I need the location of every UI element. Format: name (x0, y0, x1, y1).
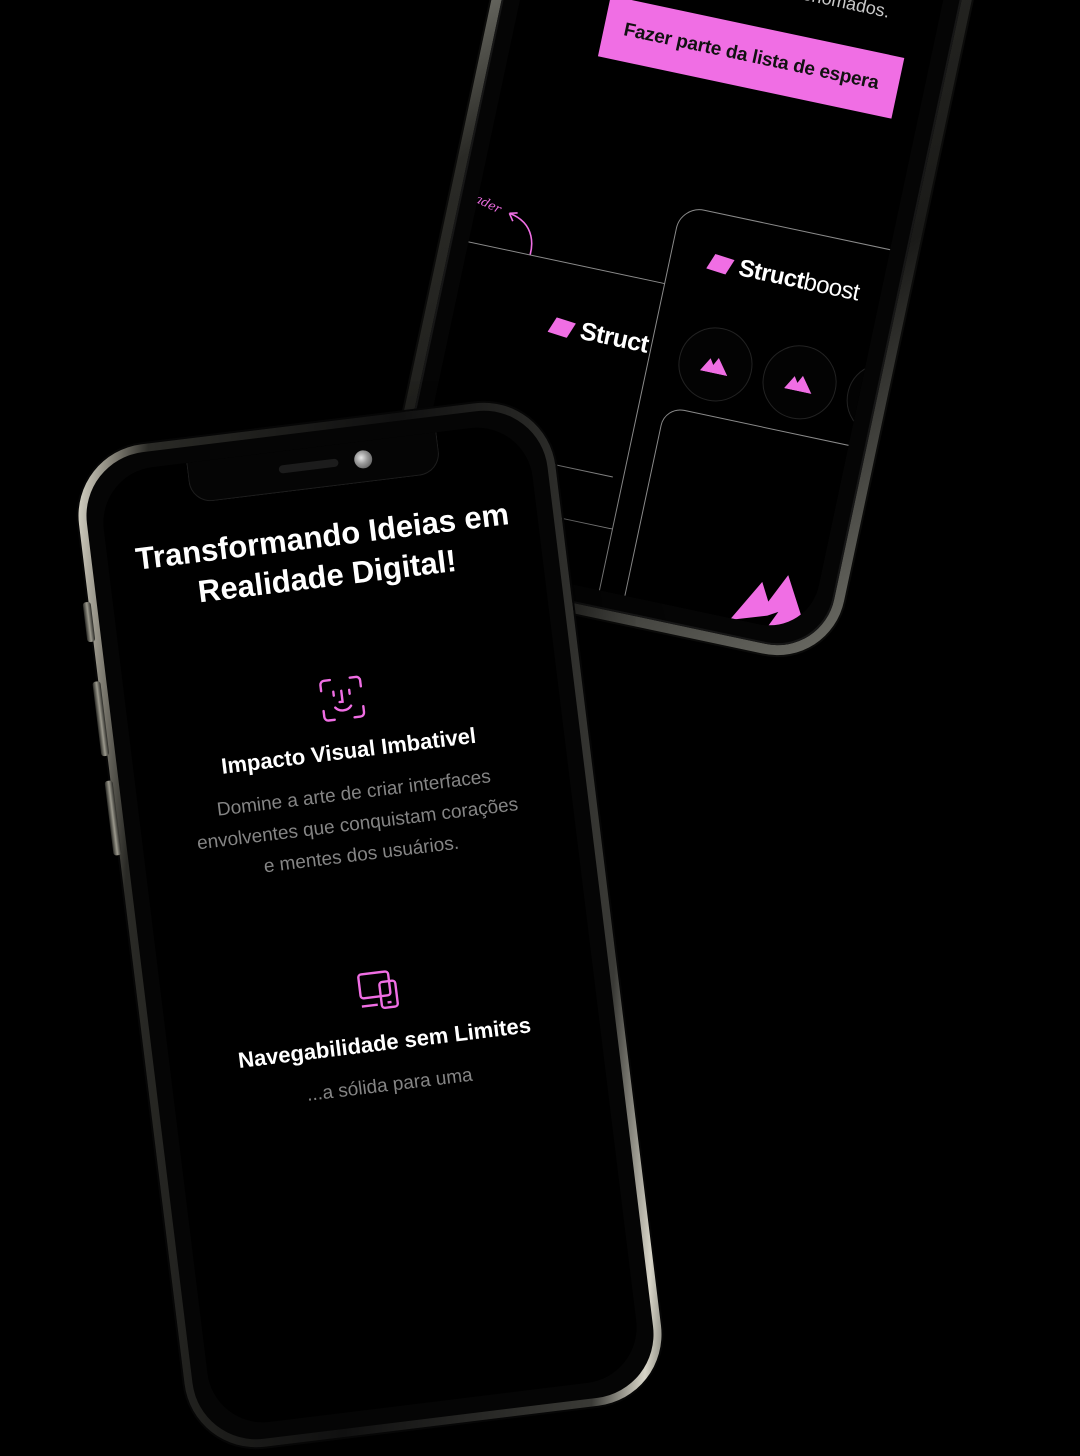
structboost-mark-icon (547, 316, 577, 338)
header-annotation: Header (456, 183, 504, 217)
face-scan-icon (319, 675, 366, 722)
avatar-placeholder[interactable] (839, 356, 928, 445)
camera-icon (353, 449, 374, 470)
front-phone-screen: Transformando Ideias em Realidade Digita… (96, 421, 644, 1429)
phone-notch (186, 432, 442, 504)
avatar-placeholder[interactable] (755, 338, 844, 427)
image-placeholder-icon (784, 375, 812, 394)
structboost-mark-icon (706, 253, 735, 275)
avatar-placeholder[interactable] (671, 320, 760, 409)
feature-item: Impacto Visual Imbativel Domine a arte d… (125, 648, 578, 897)
devices-icon (357, 969, 399, 1009)
front-content: Transformando Ideias em Realidade Digita… (106, 491, 606, 1127)
side-button (82, 601, 96, 643)
waitlist-button[interactable]: Fazer parte da lista de espera (597, 0, 905, 119)
speaker-grille (278, 458, 339, 474)
image-placeholder-icon (699, 357, 728, 377)
feature-item: Navegabilidade sem Limites ...a sólida p… (161, 940, 606, 1127)
image-placeholder-icon (868, 393, 896, 412)
feature-description: Domine a arte de criar interfaces envolv… (195, 765, 520, 878)
hero-title: Transformando Ideias em Realidade Digita… (133, 496, 511, 610)
